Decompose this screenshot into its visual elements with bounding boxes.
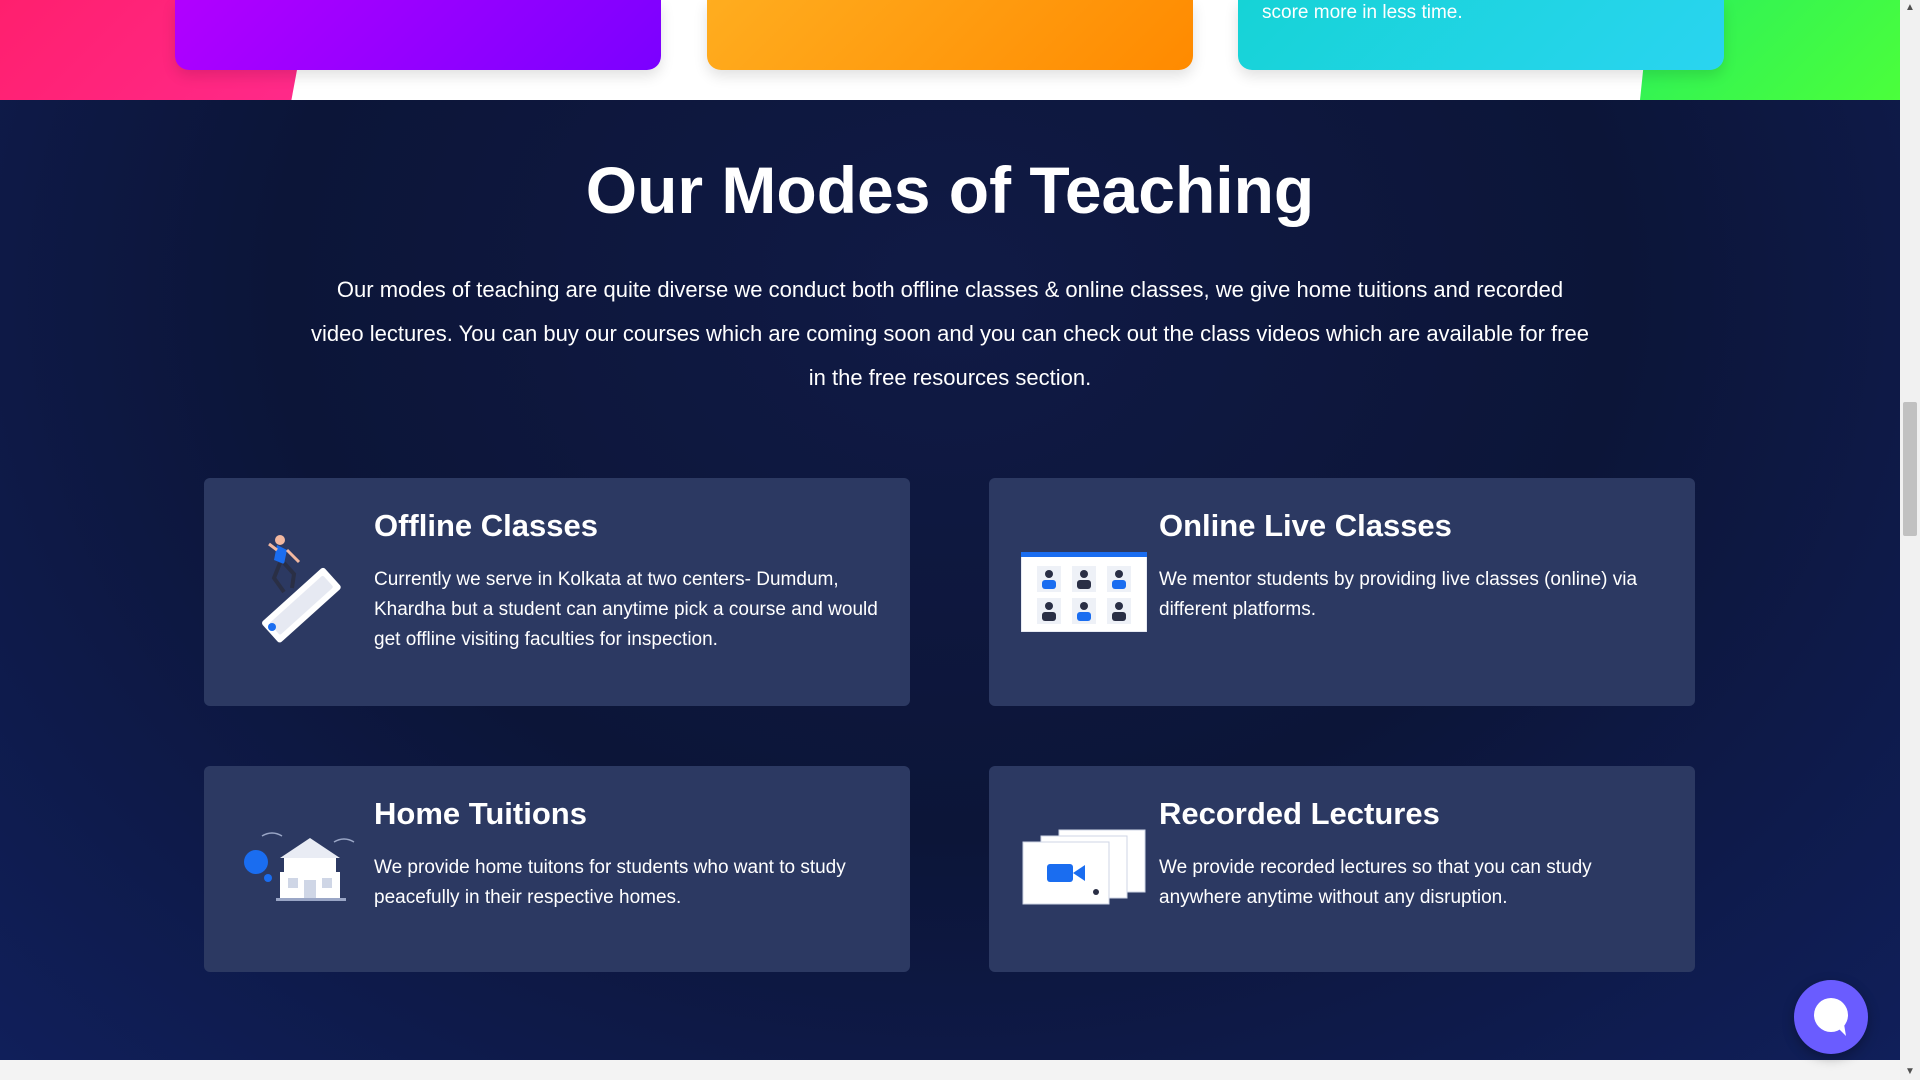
feature-card-orange <box>707 0 1193 70</box>
scroll-down-arrow-icon[interactable]: ▼ <box>1900 1064 1920 1080</box>
mode-card-offline-classes: Offline Classes Currently we serve in Ko… <box>204 478 910 706</box>
mode-text: Currently we serve in Kolkata at two cen… <box>374 569 878 650</box>
page-bottom-edge <box>0 1060 1900 1080</box>
mode-text: We mentor students by providing live cla… <box>1159 569 1638 620</box>
vertical-scrollbar[interactable]: ▲ ▼ <box>1900 0 1920 1080</box>
section-title: Our Modes of Teaching <box>585 153 1315 227</box>
chat-bubble-icon <box>1814 998 1848 1036</box>
feature-card-cyan: score more in less time. <box>1238 0 1724 70</box>
feature-card-purple <box>175 0 661 70</box>
feature-card-text: score more in less time. <box>1262 2 1463 23</box>
mode-title: Online Live Classes <box>1159 508 1452 543</box>
scrollbar-thumb[interactable] <box>1903 402 1917 536</box>
mode-title: Offline Classes <box>374 508 598 543</box>
mode-text: We provide home tuitons for students who… <box>374 857 846 908</box>
chat-button[interactable] <box>1794 980 1868 1054</box>
mode-text: We provide recorded lectures so that you… <box>1159 857 1592 908</box>
video-conference-grid-icon <box>1020 551 1148 637</box>
mode-card-home-tuitions: Home Tuitions We provide home tuitons fo… <box>204 766 910 972</box>
top-strip: score more in less time. <box>0 0 1900 100</box>
section-description: Our modes of teaching are quite diverse … <box>311 277 1589 390</box>
person-running-icon <box>244 530 354 660</box>
video-camera-icon <box>1021 828 1147 913</box>
mode-title: Recorded Lectures <box>1159 796 1440 831</box>
mode-title: Home Tuitions <box>374 796 587 831</box>
house-icon <box>242 828 362 913</box>
mode-card-recorded-lectures: Recorded Lectures We provide recorded le… <box>989 766 1695 972</box>
modes-of-teaching-section: Our Modes of Teaching Our modes of teach… <box>0 100 1900 1060</box>
mode-card-online-live-classes: Online Live Classes We mentor students b… <box>989 478 1695 706</box>
scroll-up-arrow-icon[interactable]: ▲ <box>1900 0 1920 16</box>
